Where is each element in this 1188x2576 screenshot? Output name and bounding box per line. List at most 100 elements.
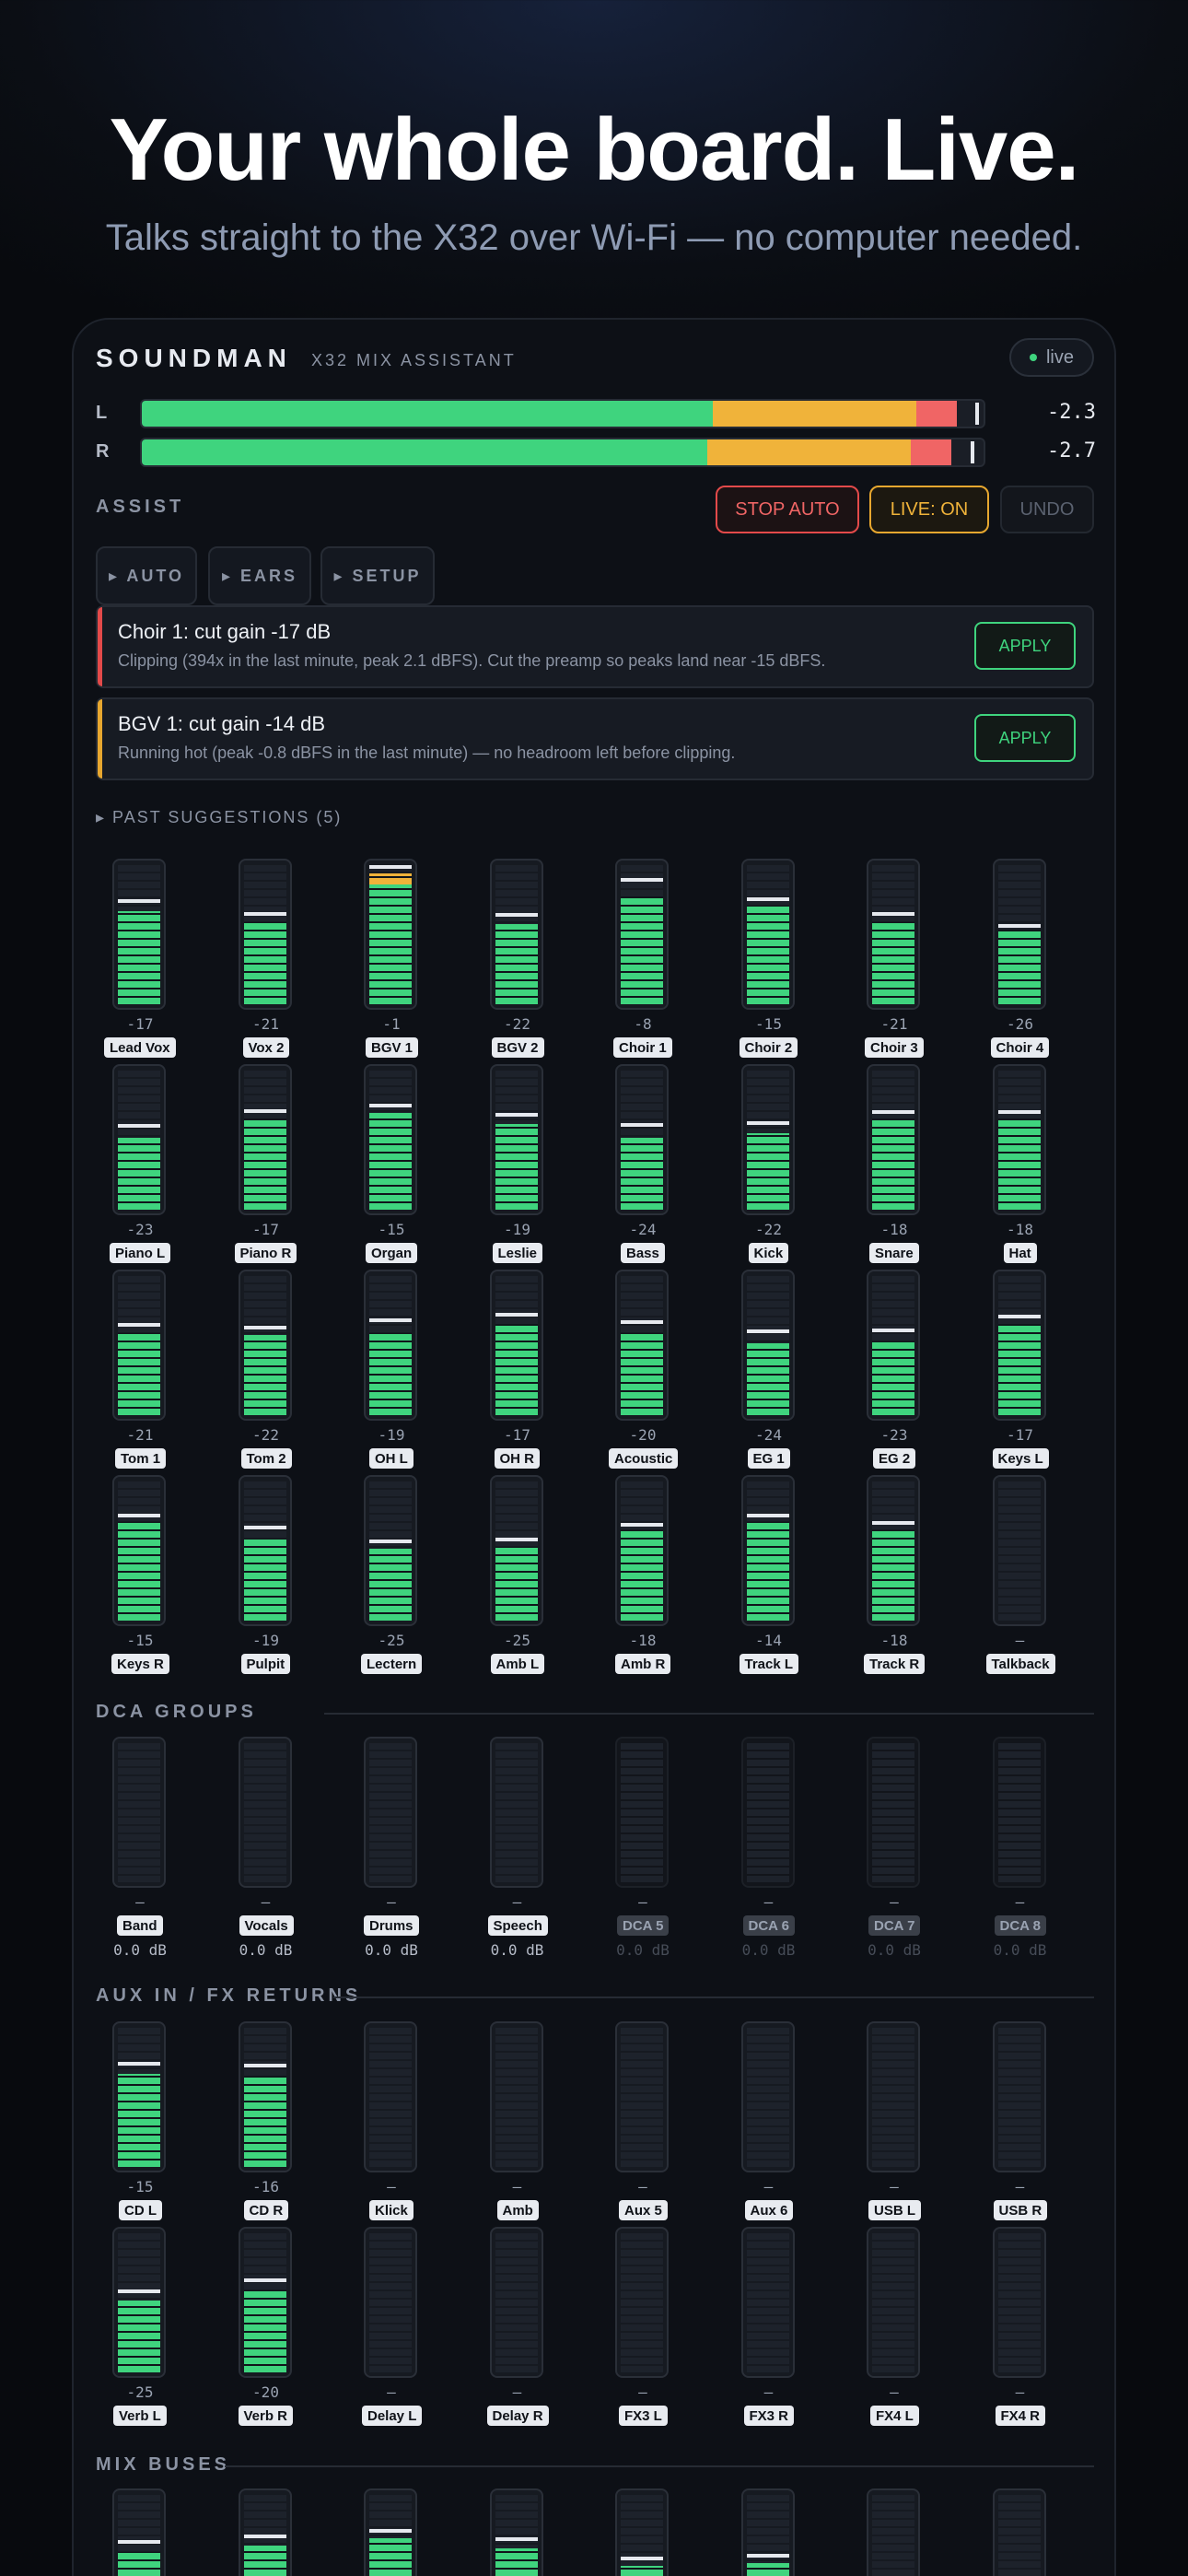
channel-name-label[interactable]: Choir 1 <box>613 1037 672 1058</box>
channel-name-label[interactable]: FX3 R <box>743 2406 795 2426</box>
channel-name-label[interactable]: USB R <box>993 2200 1048 2220</box>
channel-level-meter <box>112 2021 166 2172</box>
channel-level-value: – <box>261 1893 271 1911</box>
channel-name-label[interactable]: Aux 6 <box>744 2200 794 2220</box>
live-status-pill[interactable]: live <box>1009 338 1094 377</box>
tab-auto[interactable]: ▸ AUTO <box>96 546 197 605</box>
channel-name-label[interactable]: Amb R <box>615 1654 671 1674</box>
channel-level-meter <box>740 859 795 1010</box>
channel-name-label[interactable]: Vox 2 <box>242 1037 290 1058</box>
channel-name-label[interactable]: Hat <box>1003 1243 1037 1263</box>
channel-name-label[interactable]: Choir 4 <box>990 1037 1050 1058</box>
channel-level-value: – <box>512 2178 522 2195</box>
tab-ears[interactable]: ▸ EARS <box>208 546 311 605</box>
channel-name-label[interactable]: Piano R <box>234 1243 297 1263</box>
channel-name-label[interactable]: BGV 2 <box>491 1037 544 1058</box>
tab-setup[interactable]: ▸ SETUP <box>320 546 435 605</box>
channel-name-label[interactable]: CD R <box>243 2200 289 2220</box>
suggestion-title: Choir 1: cut gain -17 dB <box>118 620 332 643</box>
channel-name-label[interactable]: USB L <box>868 2200 921 2220</box>
channel-level-meter <box>992 2021 1046 2172</box>
stop-auto-button[interactable]: STOP AUTO <box>716 486 859 533</box>
channel-name-label[interactable]: Keys R <box>111 1654 169 1674</box>
channel-level-value: -23 <box>126 1221 154 1238</box>
channel-level-meter <box>112 1475 166 1626</box>
channel-name-label[interactable]: Acoustic <box>609 1448 679 1469</box>
channel-level-meter <box>238 2227 292 2378</box>
channel-name-label[interactable]: Vocals <box>239 1915 294 1936</box>
meter-peak-hold <box>746 897 789 901</box>
meter-level-fill <box>872 922 914 1004</box>
channel-name-label[interactable]: Lead Vox <box>104 1037 176 1058</box>
channel-name-label[interactable]: Talkback <box>985 1654 1055 1674</box>
channel-name-label[interactable]: Aux 5 <box>619 2200 668 2220</box>
channel-name-label[interactable]: Delay L <box>362 2406 423 2426</box>
channel-level-meter <box>364 1737 417 1888</box>
channel-name-label[interactable]: EG 2 <box>873 1448 916 1469</box>
meter-level-fill <box>118 1333 160 1415</box>
channel-level-meter <box>615 1270 669 1421</box>
meter-peak-hold <box>369 1318 412 1322</box>
channel-name-label[interactable]: Leslie <box>492 1243 543 1263</box>
channel-level-meter <box>364 2488 417 2576</box>
channel-name-label[interactable]: Amb <box>496 2200 539 2220</box>
stereo-meter-bar <box>140 438 985 467</box>
meter-level-fill <box>621 2566 663 2576</box>
channel-level-value: – <box>135 1893 145 1911</box>
channel-name-label[interactable]: Pulpit <box>240 1654 291 1674</box>
live-toggle-button[interactable]: LIVE: ON <box>869 486 989 533</box>
channel-name-label[interactable]: DCA 7 <box>868 1915 921 1936</box>
channel-name-label[interactable]: Drums <box>364 1915 419 1936</box>
channel-name-label[interactable]: BGV 1 <box>366 1037 419 1058</box>
channel-name-label[interactable]: OH R <box>494 1448 540 1469</box>
channel-name-label[interactable]: DCA 6 <box>742 1915 795 1936</box>
channel-name-label[interactable]: Tom 2 <box>240 1448 292 1469</box>
channel-name-label[interactable]: FX4 R <box>995 2406 1046 2426</box>
channel-name-label[interactable]: Bass <box>621 1243 665 1263</box>
channel-name-label[interactable]: Keys L <box>992 1448 1049 1469</box>
meter-level-fill <box>243 922 286 1004</box>
meter-segments <box>621 1742 663 1882</box>
dca-gain-value: 0.0 dB <box>239 1941 293 1959</box>
channel-level-meter <box>238 2488 292 2576</box>
channel-name-label[interactable]: Klick <box>369 2200 413 2220</box>
channel-name-label[interactable]: Verb L <box>113 2406 167 2426</box>
channel-name-label[interactable]: CD L <box>119 2200 162 2220</box>
undo-button[interactable]: UNDO <box>1000 486 1094 533</box>
past-suggestions-toggle[interactable]: ▸ PAST SUGGESTIONS (5) <box>96 808 342 827</box>
meter-segments <box>621 2494 663 2576</box>
channel-name-label[interactable]: FX4 L <box>870 2406 919 2426</box>
channel-name-label[interactable]: Snare <box>869 1243 919 1263</box>
meter-level-fill <box>997 930 1041 1004</box>
channel-name-label[interactable]: Tom 1 <box>115 1448 167 1469</box>
channel-name-label[interactable]: EG 1 <box>747 1448 790 1469</box>
channel-name-label[interactable]: Track L <box>739 1654 799 1674</box>
channel-level-value: -21 <box>252 1015 279 1033</box>
meter-level-fill <box>495 2548 538 2576</box>
channel-name-label[interactable]: Kick <box>748 1243 789 1263</box>
channel-name-label[interactable]: Lectern <box>361 1654 423 1674</box>
channel-name-label[interactable]: Delay R <box>486 2406 549 2426</box>
channel-name-label[interactable]: Speech <box>487 1915 548 1936</box>
channel-name-label[interactable]: Amb L <box>490 1654 545 1674</box>
channel-name-label[interactable]: Track R <box>864 1654 926 1674</box>
channel-level-meter <box>238 1270 292 1421</box>
apply-button[interactable]: APPLY <box>974 714 1076 762</box>
channel-name-label[interactable]: Verb R <box>238 2406 294 2426</box>
apply-button[interactable]: APPLY <box>974 622 1076 670</box>
channel-name-label[interactable]: Choir 3 <box>865 1037 924 1058</box>
channel-level-value: -17 <box>1007 1426 1033 1444</box>
channel-name-label[interactable]: DCA 8 <box>994 1915 1046 1936</box>
meter-peak-hold <box>746 1329 789 1333</box>
meter-peak-hold <box>243 1109 286 1113</box>
meter-level-fill <box>369 884 412 1004</box>
channel-name-label[interactable]: OH L <box>369 1448 413 1469</box>
channel-name-label[interactable]: Piano L <box>110 1243 171 1263</box>
channel-level-value: – <box>638 1893 647 1911</box>
channel-level-value: -18 <box>880 1221 908 1238</box>
channel-name-label[interactable]: Band <box>117 1915 163 1936</box>
channel-name-label[interactable]: Choir 2 <box>739 1037 798 1058</box>
channel-name-label[interactable]: Organ <box>366 1243 418 1263</box>
channel-name-label[interactable]: DCA 5 <box>617 1915 670 1936</box>
channel-name-label[interactable]: FX3 L <box>619 2406 668 2426</box>
